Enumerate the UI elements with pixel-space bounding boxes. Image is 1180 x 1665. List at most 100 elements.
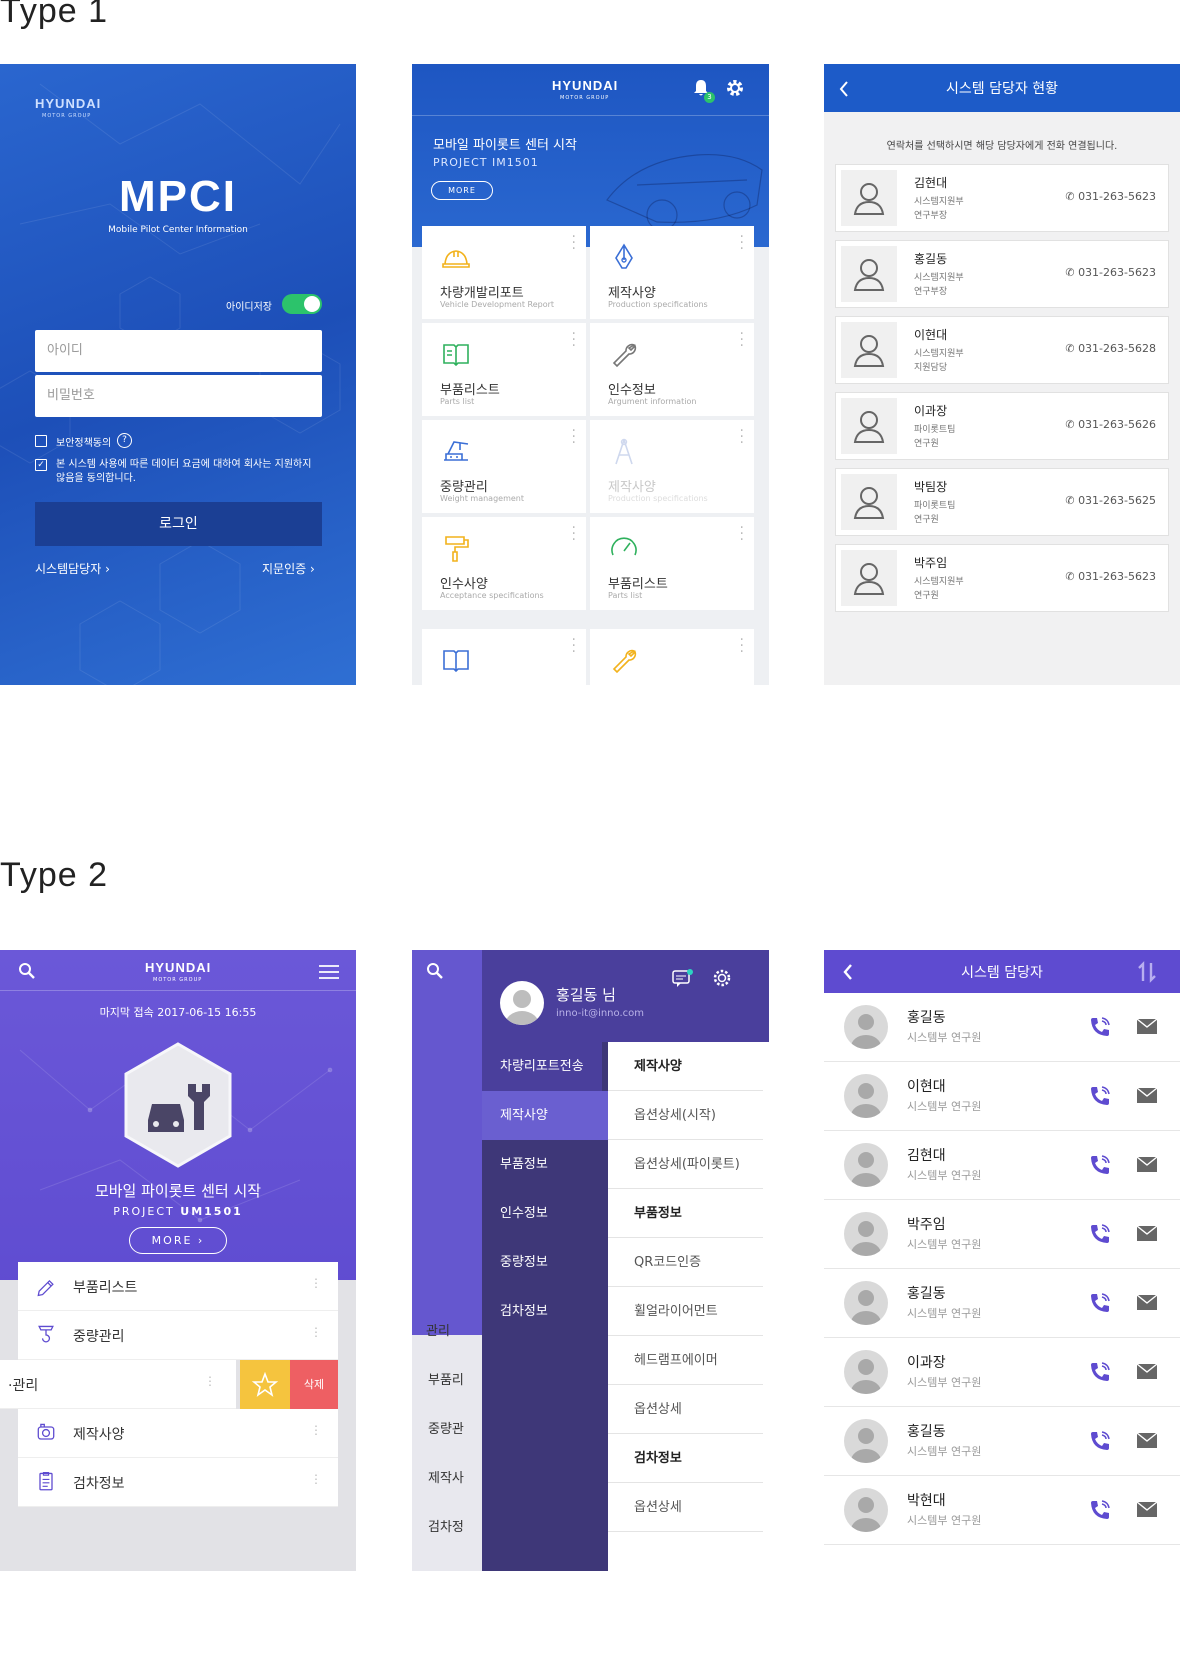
more-vertical-icon[interactable]: · · · — [572, 230, 576, 256]
tile-1[interactable]: · · · 차량개발리포트 Vehicle Development Report — [422, 226, 586, 319]
sub-menu-item[interactable]: 옵션상세 — [608, 1483, 763, 1532]
mail-icon[interactable] — [1136, 1363, 1158, 1380]
phone-call-icon[interactable] — [1088, 1015, 1112, 1039]
gear-icon[interactable] — [725, 78, 745, 98]
search-icon[interactable] — [426, 962, 444, 980]
sub-menu-heading[interactable]: 제작사양 — [608, 1042, 763, 1091]
contact-card[interactable]: 박주임 시스템지원부 연구원 ✆ 031-263-5623 — [835, 544, 1169, 612]
contact-card[interactable]: 이현대 시스템지원부 지원담당 ✆ 031-263-5628 — [835, 316, 1169, 384]
help-icon[interactable]: ? — [117, 433, 132, 448]
contact-phone[interactable]: ✆ 031-263-5628 — [1065, 342, 1156, 355]
security-checkbox[interactable] — [35, 435, 47, 447]
chat-icon[interactable] — [672, 968, 694, 988]
more-vertical-icon[interactable]: ⋮ — [204, 1374, 216, 1388]
main-menu-item[interactable]: 인수정보 — [482, 1189, 602, 1238]
more-vertical-icon[interactable]: · · · — [740, 424, 744, 450]
tile-3[interactable]: · · · 부품리스트 Parts list — [422, 323, 586, 416]
contact-card[interactable]: 박팀장 파이롯트팀 연구원 ✆ 031-263-5625 — [835, 468, 1169, 536]
more-vertical-icon[interactable]: ⋮ — [310, 1472, 322, 1486]
list-item[interactable]: ·관리 ⋮ — [0, 1360, 236, 1409]
contact-phone[interactable]: ✆ 031-263-5623 — [1065, 266, 1156, 279]
sort-icon[interactable] — [1136, 961, 1158, 983]
save-id-toggle[interactable] — [282, 294, 322, 314]
more-vertical-icon[interactable]: ⋮ — [310, 1325, 322, 1339]
phone-call-icon[interactable] — [1088, 1084, 1112, 1108]
more-button[interactable]: MORE — [431, 181, 493, 200]
data-agree-checkbox[interactable]: ✓ — [35, 459, 47, 471]
more-button[interactable]: MORE › — [129, 1227, 227, 1254]
more-vertical-icon[interactable]: · · · — [740, 230, 744, 256]
tile-partial[interactable]: · · · — [590, 629, 754, 685]
tile-4[interactable]: · · · 인수정보 Argument information — [590, 323, 754, 416]
main-menu-item[interactable]: 부품정보 — [482, 1140, 602, 1189]
phone-call-icon[interactable] — [1088, 1291, 1112, 1315]
contact-row[interactable]: 홍길동 시스템부 연구원 — [824, 1407, 1180, 1476]
tile-6[interactable]: · · · 제작사양 Production specifications — [590, 420, 754, 513]
tile-5[interactable]: · · · 중량관리 Weight management — [422, 420, 586, 513]
tile-2[interactable]: · · · 제작사양 Production specifications — [590, 226, 754, 319]
more-vertical-icon[interactable]: · · · — [572, 633, 576, 659]
list-item[interactable]: 부품리스트 ⋮ — [18, 1262, 338, 1311]
main-menu-item[interactable]: 제작사양 — [482, 1091, 608, 1140]
sub-menu-item[interactable]: 휠얼라이어먼트 — [608, 1287, 763, 1336]
mail-icon[interactable] — [1136, 1225, 1158, 1242]
sub-menu-item[interactable]: 옵션상세(시작) — [608, 1091, 763, 1140]
contact-phone[interactable]: ✆ 031-263-5625 — [1065, 494, 1156, 507]
phone-call-icon[interactable] — [1088, 1360, 1112, 1384]
mail-icon[interactable] — [1136, 1087, 1158, 1104]
list-item[interactable]: 제작사양 ⋮ — [18, 1409, 338, 1458]
list-item[interactable]: 중량관리 ⋮ — [18, 1311, 338, 1360]
sub-menu-heading[interactable]: 부품정보 — [608, 1189, 763, 1238]
sub-menu-item[interactable]: 옵션상세(파이롯트) — [608, 1140, 763, 1189]
main-menu-item[interactable]: 차량리포트전송 — [482, 1042, 602, 1091]
delete-button[interactable]: 삭제 — [290, 1360, 338, 1409]
tile-partial[interactable]: · · · — [422, 629, 586, 685]
tile-7[interactable]: · · · 인수사양 Acceptance specifications — [422, 517, 586, 610]
more-vertical-icon[interactable]: · · · — [572, 327, 576, 353]
phone-call-icon[interactable] — [1088, 1222, 1112, 1246]
mail-icon[interactable] — [1136, 1294, 1158, 1311]
favorite-star-button[interactable] — [240, 1360, 290, 1409]
search-icon[interactable] — [18, 962, 36, 980]
phone-call-icon[interactable] — [1088, 1153, 1112, 1177]
contact-row[interactable]: 이현대 시스템부 연구원 — [824, 1062, 1180, 1131]
more-vertical-icon[interactable]: · · · — [740, 521, 744, 547]
tile-8[interactable]: · · · 부품리스트 Parts list — [590, 517, 754, 610]
main-menu-item[interactable]: 중량정보 — [482, 1238, 602, 1287]
sub-menu-item[interactable]: 옵션상세 — [608, 1385, 763, 1434]
more-vertical-icon[interactable]: · · · — [572, 424, 576, 450]
login-button[interactable]: 로그인 — [35, 502, 322, 546]
mail-icon[interactable] — [1136, 1018, 1158, 1035]
more-vertical-icon[interactable]: ⋮ — [310, 1423, 322, 1437]
phone-call-icon[interactable] — [1088, 1429, 1112, 1453]
contact-phone[interactable]: ✆ 031-263-5623 — [1065, 190, 1156, 203]
contact-phone[interactable]: ✆ 031-263-5626 — [1065, 418, 1156, 431]
contact-row[interactable]: 이과장 시스템부 연구원 — [824, 1338, 1180, 1407]
mail-icon[interactable] — [1136, 1501, 1158, 1518]
phone-call-icon[interactable] — [1088, 1498, 1112, 1522]
contact-row[interactable]: 김현대 시스템부 연구원 — [824, 1131, 1180, 1200]
contact-row[interactable]: 박현대 시스템부 연구원 — [824, 1476, 1180, 1545]
more-vertical-icon[interactable]: · · · — [572, 521, 576, 547]
hamburger-menu-icon[interactable] — [318, 964, 340, 980]
contact-row[interactable]: 홍길동 시스템부 연구원 — [824, 993, 1180, 1062]
main-menu-item[interactable]: 검차정보 — [482, 1287, 602, 1336]
contact-card[interactable]: 김현대 시스템지원부 연구부장 ✆ 031-263-5623 — [835, 164, 1169, 232]
fingerprint-link[interactable]: 지문인증 › — [262, 560, 315, 577]
contact-phone[interactable]: ✆ 031-263-5623 — [1065, 570, 1156, 583]
sub-menu-item[interactable]: QR코드인증 — [608, 1238, 763, 1287]
more-vertical-icon[interactable]: · · · — [740, 633, 744, 659]
sub-menu-item[interactable]: 헤드램프에이머 — [608, 1336, 763, 1385]
contact-row[interactable]: 박주임 시스템부 연구원 — [824, 1200, 1180, 1269]
more-vertical-icon[interactable]: ⋮ — [310, 1276, 322, 1290]
sub-menu-heading[interactable]: 검차정보 — [608, 1434, 763, 1483]
contact-card[interactable]: 이과장 파이롯트팀 연구원 ✆ 031-263-5626 — [835, 392, 1169, 460]
contact-row[interactable]: 홍길동 시스템부 연구원 — [824, 1269, 1180, 1338]
more-vertical-icon[interactable]: · · · — [740, 327, 744, 353]
list-item[interactable]: 검차정보 ⋮ — [18, 1458, 338, 1507]
system-manager-link[interactable]: 시스템담당자 › — [35, 560, 110, 577]
mail-icon[interactable] — [1136, 1432, 1158, 1449]
contact-card[interactable]: 홍길동 시스템지원부 연구부장 ✆ 031-263-5623 — [835, 240, 1169, 308]
id-input[interactable]: 아이디 — [35, 330, 322, 372]
mail-icon[interactable] — [1136, 1156, 1158, 1173]
